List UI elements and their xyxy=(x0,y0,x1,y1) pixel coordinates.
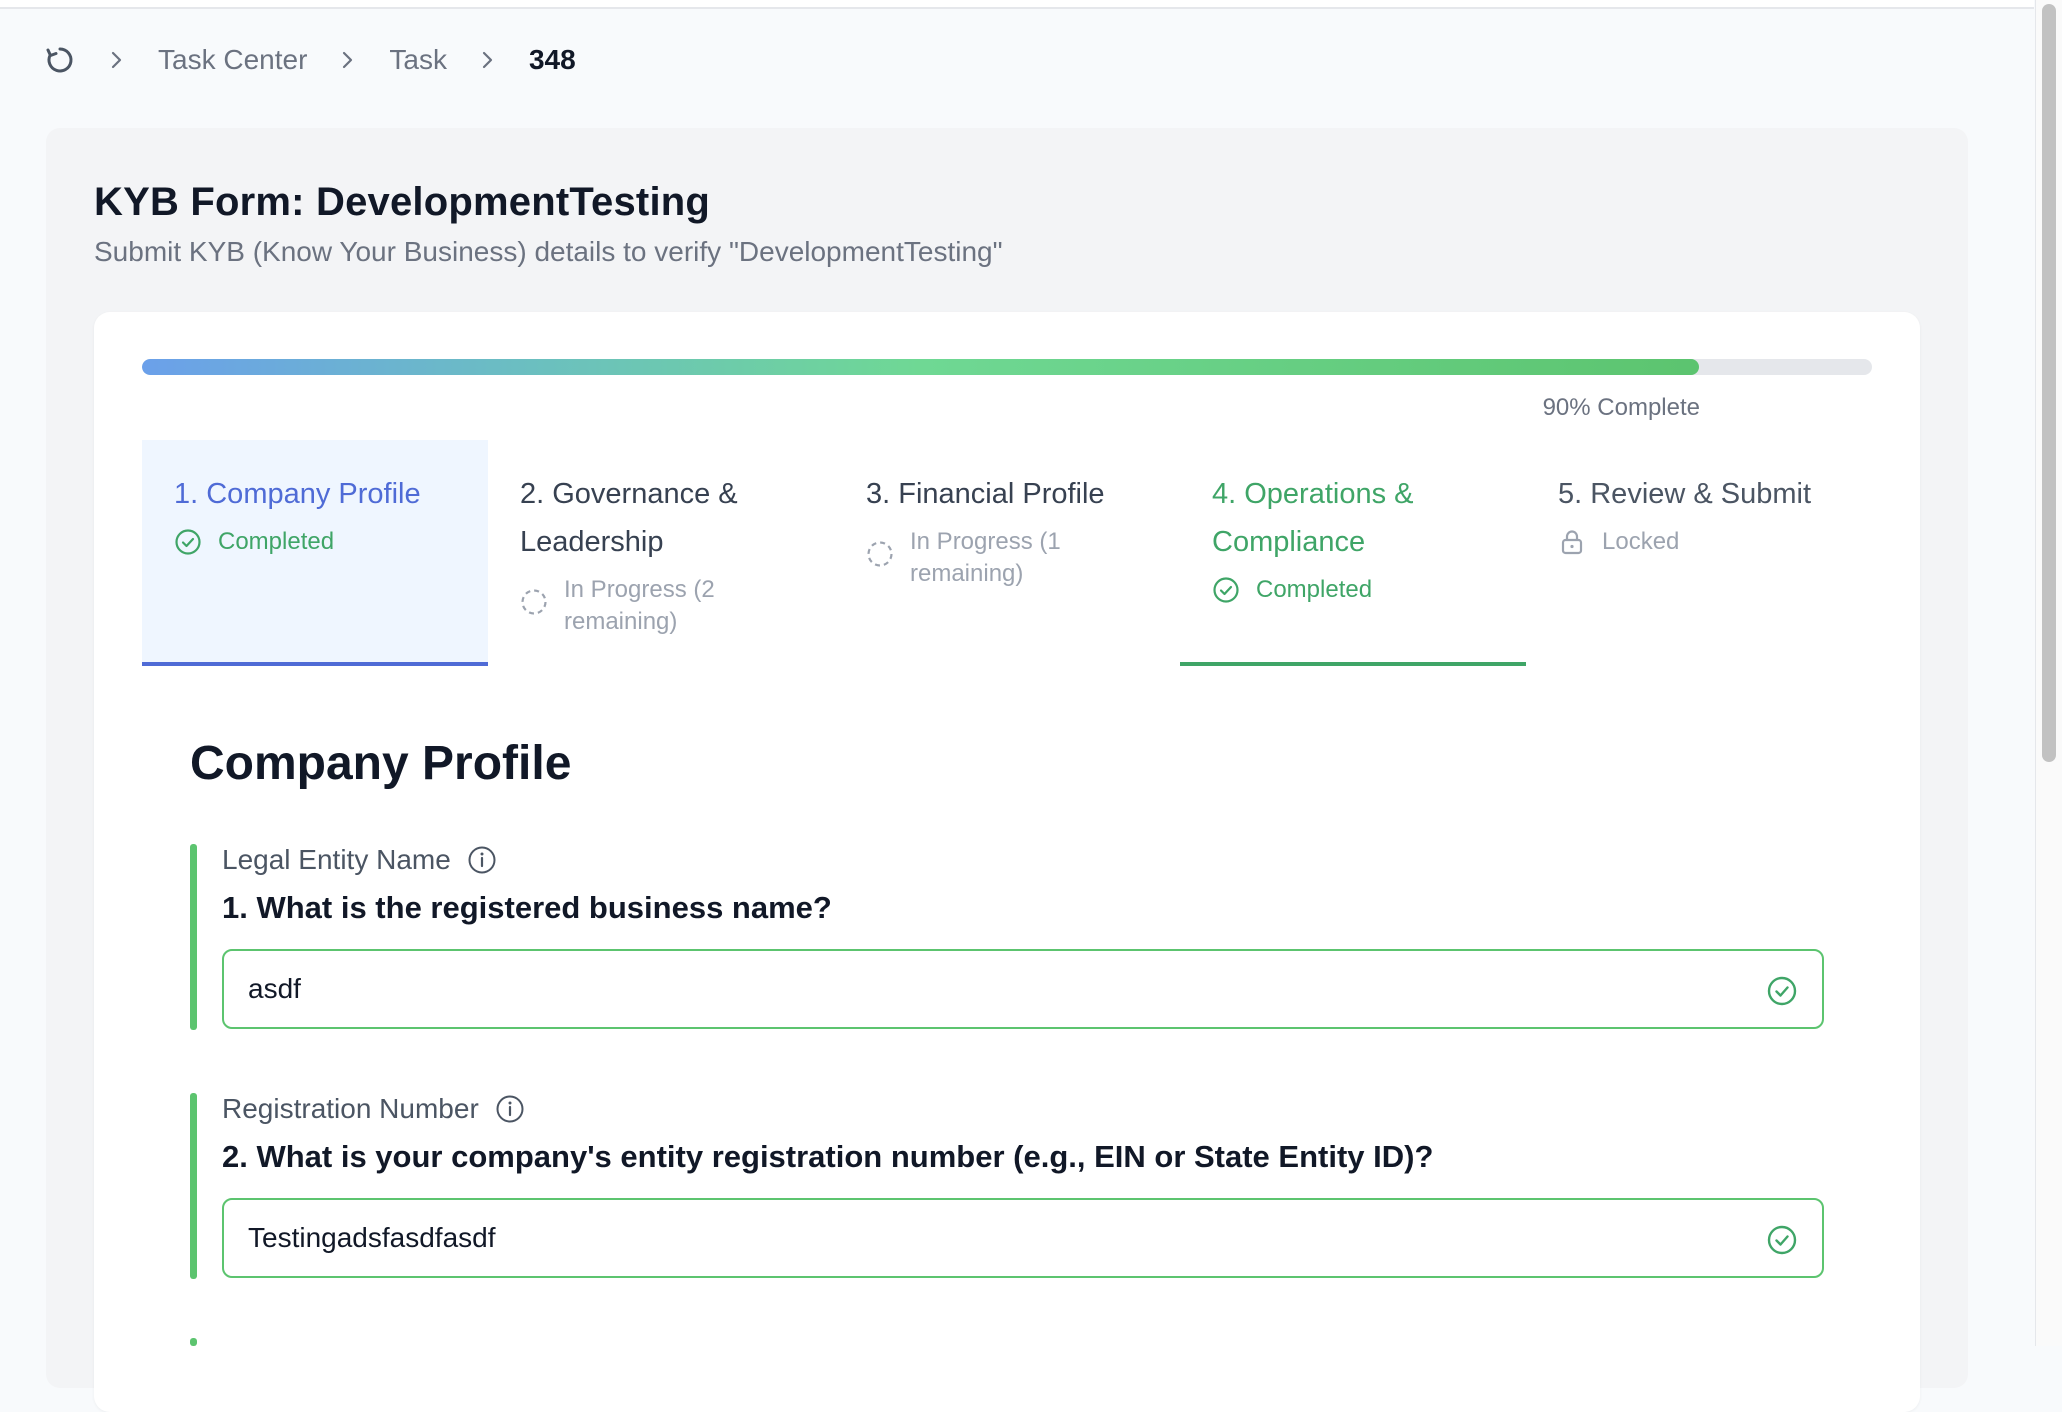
step-tab-company-profile[interactable]: 1. Company Profile Completed xyxy=(142,440,488,666)
field-label-row: Registration Number xyxy=(222,1093,525,1125)
question-legal-entity-name: Legal Entity Name 1. What is the registe… xyxy=(190,844,1826,1030)
question-text: 2. What is your company's entity registr… xyxy=(222,1139,1434,1174)
field-label-row: Legal Entity Name xyxy=(222,844,497,876)
info-icon[interactable] xyxy=(467,845,497,875)
check-circle-icon xyxy=(1766,975,1798,1007)
chevron-right-icon xyxy=(475,48,499,72)
step-status: In Progress (1 remaining) xyxy=(866,526,1160,590)
input-value: asdf xyxy=(248,973,301,1004)
chevron-right-icon xyxy=(335,48,359,72)
legal-entity-name-input[interactable]: asdf xyxy=(222,949,1824,1029)
question-next-partial xyxy=(190,1338,1826,1346)
chevron-right-icon xyxy=(104,48,128,72)
step-status: Completed xyxy=(174,526,468,558)
breadcrumb-current: 348 xyxy=(528,44,576,75)
progress-bar-fill xyxy=(142,359,1699,375)
step-tab-review-submit[interactable]: 5. Review & Submit Locked xyxy=(1526,440,1872,666)
page-subtitle: Submit KYB (Know Your Business) details … xyxy=(94,236,1003,267)
input-value: Testingadsfasdfasdf xyxy=(248,1222,496,1253)
question-accent-bar xyxy=(190,1338,197,1346)
registration-number-input[interactable]: Testingadsfasdfasdf xyxy=(222,1198,1824,1278)
step-label: 2. Governance & Leadership xyxy=(520,478,738,558)
progress-bar xyxy=(142,359,1872,375)
check-circle-icon xyxy=(174,528,202,556)
step-label: 3. Financial Profile xyxy=(866,478,1105,510)
lock-icon xyxy=(1558,528,1586,556)
step-label: 1. Company Profile xyxy=(174,478,421,510)
field-label: Registration Number xyxy=(222,1093,479,1124)
breadcrumb-link-task[interactable]: Task xyxy=(389,44,447,76)
dashed-circle-icon xyxy=(520,588,548,616)
dashed-circle-icon xyxy=(866,540,894,568)
step-tab-governance-leadership[interactable]: 2. Governance & Leadership In Progress (… xyxy=(488,440,834,666)
scrollbar-thumb[interactable] xyxy=(2042,4,2056,762)
breadcrumb-link-task-center[interactable]: Task Center xyxy=(158,44,307,76)
check-circle-icon xyxy=(1212,576,1240,604)
step-status: Completed xyxy=(1212,574,1506,606)
breadcrumb: Task Center Task 348 xyxy=(44,40,576,80)
step-tab-operations-compliance[interactable]: 4. Operations & Compliance Completed xyxy=(1180,440,1526,666)
question-registration-number: Registration Number 2. What is your comp… xyxy=(190,1093,1826,1279)
scrollbar-track[interactable] xyxy=(2035,0,2062,1346)
step-tab-financial-profile[interactable]: 3. Financial Profile In Progress (1 rema… xyxy=(834,440,1180,666)
step-status-text: In Progress (2 remaining) xyxy=(564,576,715,635)
step-status-text: Locked xyxy=(1602,528,1680,555)
step-status: In Progress (2 remaining) xyxy=(520,574,814,638)
question-text: 1. What is the registered business name? xyxy=(222,890,832,925)
page-title: KYB Form: DevelopmentTesting xyxy=(94,180,711,224)
top-toolbar-edge xyxy=(0,0,2034,9)
section-title: Company Profile xyxy=(190,737,572,790)
step-status-text: In Progress (1 remaining) xyxy=(910,528,1061,587)
field-label: Legal Entity Name xyxy=(222,844,451,875)
check-circle-icon xyxy=(1766,1224,1798,1256)
question-accent-bar xyxy=(190,1093,197,1279)
home-icon[interactable] xyxy=(44,44,76,76)
step-status-text: Completed xyxy=(1256,576,1373,603)
info-icon[interactable] xyxy=(495,1094,525,1124)
step-status-text: Completed xyxy=(218,528,335,555)
step-label: 4. Operations & Compliance xyxy=(1212,478,1414,558)
question-accent-bar xyxy=(190,844,197,1030)
step-status: Locked xyxy=(1558,526,1852,558)
progress-label: 90% Complete xyxy=(1542,394,1700,421)
step-tabs: 1. Company Profile Completed 2. Governan… xyxy=(142,440,1872,670)
step-label: 5. Review & Submit xyxy=(1558,478,1812,510)
